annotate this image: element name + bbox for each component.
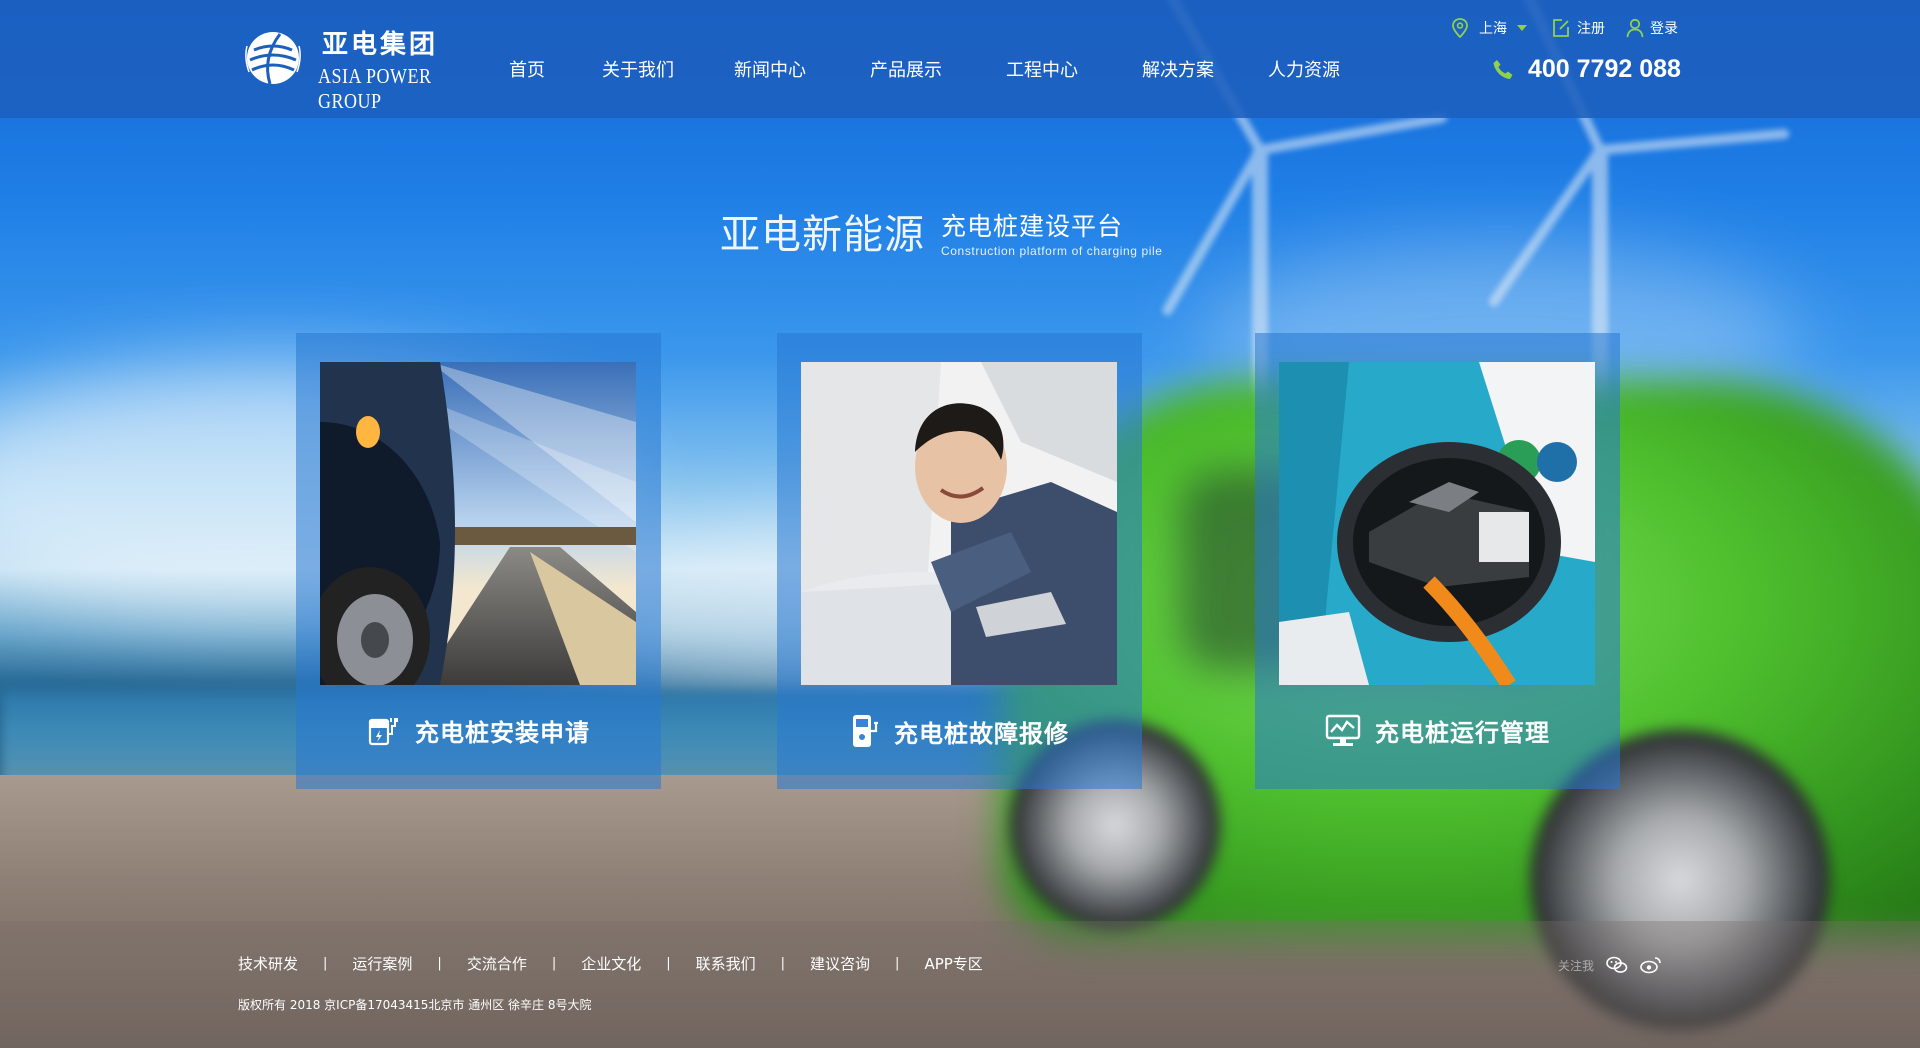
city-label: 上海	[1479, 21, 1507, 37]
user-icon	[1626, 18, 1644, 38]
repair-icon	[853, 715, 878, 747]
footer-link-suggestions[interactable]: 建议咨询	[810, 953, 870, 974]
card-install-application[interactable]: 充电桩安装申请	[296, 333, 661, 789]
card-photo-mechanic	[801, 362, 1117, 685]
card-operation-management[interactable]: 充电桩运行管理	[1255, 333, 1620, 789]
main-nav: 首页 关于我们 新闻中心 产品展示 工程中心 解决方案 人力资源	[495, 56, 1344, 82]
hotline-number: 400 7792 088	[1528, 55, 1681, 83]
login-link[interactable]: 登录	[1626, 18, 1678, 38]
site-header: 亚电集团 ASIA POWER GROUP 首页 关于我们 新闻中心 产品展示 …	[0, 0, 1920, 118]
follow-us: 关注我	[1558, 956, 1662, 974]
card-label-text: 充电桩运行管理	[1375, 719, 1550, 747]
footer-link-cases[interactable]: 运行案例	[352, 953, 412, 974]
nav-news[interactable]: 新闻中心	[730, 56, 810, 82]
footer-separator: |	[780, 956, 786, 971]
monitor-chart-icon	[1325, 714, 1361, 746]
nav-hr[interactable]: 人力资源	[1264, 56, 1344, 82]
nav-engineering[interactable]: 工程中心	[1002, 56, 1082, 82]
card-photo-ev-plug	[1279, 362, 1595, 685]
site-footer: 技术研发 | 运行案例 | 交流合作 | 企业文化 | 联系我们 | 建议咨询 …	[0, 921, 1920, 1048]
nav-solutions[interactable]: 解决方案	[1138, 56, 1218, 82]
footer-link-cooperation[interactable]: 交流合作	[467, 953, 527, 974]
copyright: 版权所有 2018 京ICP备17043415北京市 通州区 徐辛庄 8号大院	[238, 998, 592, 1012]
nav-about[interactable]: 关于我们	[598, 56, 678, 82]
logo-chinese-name: 亚电集团	[322, 30, 439, 60]
nav-home[interactable]: 首页	[495, 56, 559, 82]
card-fault-repair[interactable]: 充电桩故障报修	[777, 333, 1142, 789]
register-label: 注册	[1577, 21, 1605, 37]
weibo-icon[interactable]	[1640, 956, 1662, 974]
wechat-icon[interactable]	[1606, 956, 1628, 974]
footer-separator: |	[437, 956, 442, 971]
hero-subtitle-en: Construction platform of charging pile	[941, 244, 1163, 258]
logo[interactable]: 亚电集团 ASIA POWER GROUP	[240, 18, 445, 113]
card-label-text: 充电桩故障报修	[894, 719, 1069, 748]
phone-icon	[1493, 59, 1513, 79]
edit-icon	[1553, 19, 1569, 37]
hero-subtitle-cn: 充电桩建设平台	[941, 212, 1124, 241]
card-label: 充电桩安装申请	[296, 713, 661, 748]
footer-separator: |	[551, 956, 557, 971]
globe-logo-icon	[245, 32, 301, 85]
location-pin-icon	[1452, 18, 1468, 38]
hero-main-title: 亚电新能源	[720, 212, 925, 258]
card-label: 充电桩故障报修	[777, 713, 1142, 749]
footer-link-app[interactable]: APP专区	[924, 953, 982, 974]
footer-separator: |	[323, 956, 328, 971]
footer-separator: |	[666, 956, 671, 971]
logo-english-name: ASIA POWER GROUP	[318, 63, 432, 113]
footer-links: 技术研发 | 运行案例 | 交流合作 | 企业文化 | 联系我们 | 建议咨询 …	[238, 953, 983, 974]
footer-separator: |	[895, 956, 900, 971]
login-label: 登录	[1650, 21, 1678, 37]
hero-title: 亚电新能源 充电桩建设平台 Construction platform of c…	[720, 202, 1163, 260]
hotline[interactable]: 400 7792 088	[1492, 55, 1681, 84]
nav-products[interactable]: 产品展示	[866, 56, 946, 82]
card-label: 充电桩运行管理	[1255, 713, 1620, 748]
card-label-text: 充电桩安装申请	[415, 719, 590, 747]
city-selector[interactable]: 上海	[1451, 18, 1533, 38]
follow-label: 关注我	[1558, 958, 1595, 973]
footer-link-rnd[interactable]: 技术研发	[238, 953, 298, 974]
charging-station-icon	[368, 717, 398, 745]
card-photo-car-road	[320, 362, 636, 685]
register-link[interactable]: 注册	[1551, 18, 1605, 38]
footer-link-culture[interactable]: 企业文化	[581, 953, 641, 974]
footer-link-contact[interactable]: 联系我们	[696, 953, 756, 974]
chevron-down-icon	[1517, 25, 1527, 31]
hero-subtitle: 充电桩建设平台 Construction platform of chargin…	[941, 207, 1163, 258]
